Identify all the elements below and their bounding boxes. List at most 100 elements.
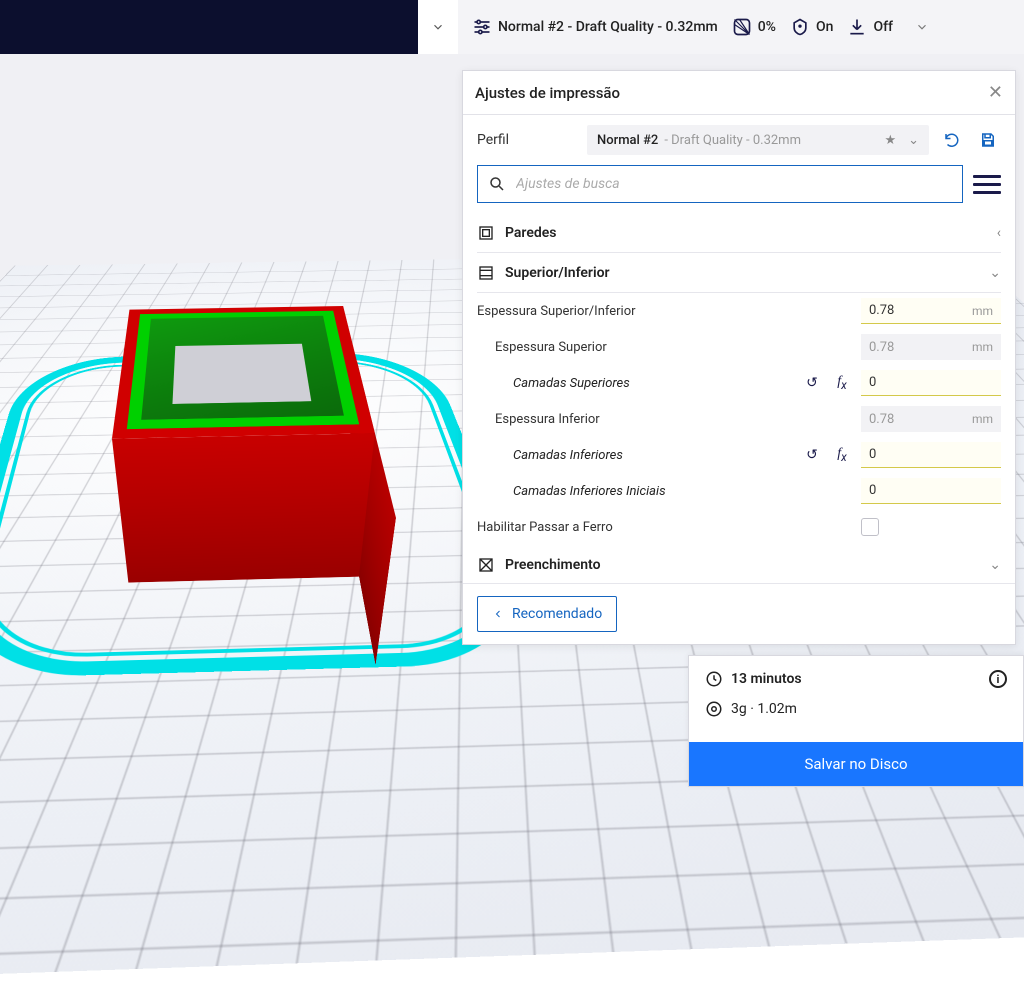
infill-icon bbox=[732, 17, 752, 37]
recommended-label: Recomendado bbox=[512, 606, 602, 622]
section-walls[interactable]: Paredes ‹ bbox=[477, 213, 1001, 253]
setting-initial-bottom-layers: Camadas Inferiores Iniciais 0 bbox=[477, 473, 1001, 509]
settings-list: Paredes ‹ Superior/Inferior ⌄ Espessura … bbox=[463, 213, 1015, 583]
section-infill-label: Preenchimento bbox=[505, 557, 979, 573]
formula-icon[interactable]: fx bbox=[831, 446, 853, 464]
profile-select-desc: - Draft Quality - 0.32mm bbox=[664, 133, 801, 148]
setting-value-input[interactable]: 0 bbox=[861, 370, 1001, 396]
chevron-down-icon: ⌄ bbox=[902, 133, 919, 148]
print-profile-summary[interactable]: Normal #2 - Draft Quality - 0.32mm bbox=[472, 17, 718, 37]
setting-label: Habilitar Passar a Ferro bbox=[477, 520, 853, 535]
search-box[interactable] bbox=[477, 165, 963, 203]
setting-label: Espessura Inferior bbox=[477, 412, 853, 427]
setting-value: 0 bbox=[869, 375, 876, 390]
setting-tb-thickness: Espessura Superior/Inferior 0.78 mm bbox=[477, 293, 1001, 329]
setting-top-layers: Camadas Superiores ↺ fx 0 bbox=[477, 365, 1001, 401]
search-icon bbox=[488, 175, 506, 193]
save-to-disk-button[interactable]: Salvar no Disco bbox=[689, 742, 1023, 786]
setting-unit: mm bbox=[972, 304, 993, 318]
setting-top-thickness: Espessura Superior 0.78 mm bbox=[477, 329, 1001, 365]
setting-value-input[interactable]: 0 bbox=[861, 478, 1001, 504]
chevron-left-icon: ‹ bbox=[997, 225, 1001, 241]
chevron-left-icon bbox=[492, 608, 504, 620]
reset-profile-button[interactable] bbox=[939, 127, 965, 153]
setting-value-input[interactable]: 0 bbox=[861, 442, 1001, 468]
setting-bottom-layers: Camadas Inferiores ↺ fx 0 bbox=[477, 437, 1001, 473]
settings-menu-button[interactable] bbox=[973, 170, 1001, 198]
recommended-button[interactable]: Recomendado bbox=[477, 596, 617, 632]
walls-icon bbox=[477, 224, 495, 242]
search-input[interactable] bbox=[516, 176, 952, 192]
support-summary[interactable]: On bbox=[790, 17, 833, 37]
profile-select[interactable]: Normal #2 - Draft Quality - 0.32mm ★ ⌄ bbox=[587, 125, 929, 155]
chevron-down-icon bbox=[431, 20, 445, 34]
section-topbottom[interactable]: Superior/Inferior ⌄ bbox=[477, 253, 1001, 293]
setting-value: 0 bbox=[869, 447, 876, 462]
setting-label: Espessura Superior/Inferior bbox=[477, 304, 853, 319]
top-dropdown-toggle[interactable] bbox=[418, 0, 458, 54]
section-infill[interactable]: Preenchimento ⌄ bbox=[477, 545, 1001, 583]
adhesion-text: Off bbox=[873, 19, 893, 35]
setting-label: Camadas Inferiores Iniciais bbox=[477, 484, 853, 499]
revert-icon[interactable]: ↺ bbox=[801, 375, 823, 391]
star-icon[interactable]: ★ bbox=[884, 133, 896, 148]
print-settings-strip[interactable]: Normal #2 - Draft Quality - 0.32mm 0% On… bbox=[458, 0, 1024, 54]
profile-label: Perfil bbox=[477, 132, 577, 148]
print-settings-panel: Ajustes de impressão ✕ Perfil Normal #2 … bbox=[462, 70, 1016, 645]
panel-title: Ajustes de impressão bbox=[475, 84, 620, 102]
material-text: 3g · 1.02m bbox=[731, 701, 797, 717]
panel-footer: Recomendado bbox=[463, 583, 1015, 644]
setting-value: 0.78 bbox=[869, 412, 894, 427]
save-profile-button[interactable] bbox=[975, 127, 1001, 153]
infill-pct-text: 0% bbox=[758, 19, 776, 35]
save-icon bbox=[979, 131, 997, 149]
time-text: 13 minutos bbox=[731, 671, 802, 687]
setting-value-input[interactable]: 0.78 mm bbox=[861, 334, 1001, 360]
infill-summary[interactable]: 0% bbox=[732, 17, 776, 37]
ironing-checkbox[interactable] bbox=[861, 518, 879, 536]
setting-unit: mm bbox=[972, 340, 993, 354]
section-walls-label: Paredes bbox=[505, 225, 987, 241]
support-text: On bbox=[816, 19, 833, 35]
setting-bottom-thickness: Espessura Inferior 0.78 mm bbox=[477, 401, 1001, 437]
setting-value: 0 bbox=[869, 483, 876, 498]
sliders-icon bbox=[472, 17, 492, 37]
adhesion-summary[interactable]: Off bbox=[847, 17, 893, 37]
setting-value-input[interactable]: 0.78 mm bbox=[861, 406, 1001, 432]
infill-icon bbox=[477, 556, 495, 574]
setting-label: Camadas Superiores bbox=[477, 376, 793, 391]
panel-header: Ajustes de impressão ✕ bbox=[463, 71, 1015, 115]
top-bar: Normal #2 - Draft Quality - 0.32mm 0% On… bbox=[0, 0, 1024, 54]
setting-unit: mm bbox=[972, 412, 993, 426]
filament-icon bbox=[705, 700, 723, 718]
profile-select-name: Normal #2 bbox=[597, 133, 658, 148]
chevron-down-icon: ⌄ bbox=[989, 265, 1001, 281]
print-strip-chevron[interactable] bbox=[907, 20, 937, 34]
setting-value-input[interactable]: 0.78 mm bbox=[861, 298, 1001, 324]
cube-front-wall bbox=[112, 433, 375, 582]
setting-value: 0.78 bbox=[869, 303, 894, 318]
material-row: 3g · 1.02m bbox=[689, 694, 1023, 724]
setting-label: Espessura Superior bbox=[477, 340, 853, 355]
profile-summary-text: Normal #2 - Draft Quality - 0.32mm bbox=[498, 19, 718, 35]
chevron-down-icon: ⌄ bbox=[989, 557, 1001, 573]
search-row bbox=[463, 161, 1015, 213]
close-icon[interactable]: ✕ bbox=[988, 82, 1003, 103]
revert-icon[interactable]: ↺ bbox=[801, 447, 823, 463]
setting-label: Camadas Inferiores bbox=[477, 448, 793, 463]
undo-icon bbox=[943, 131, 961, 149]
support-icon bbox=[790, 17, 810, 37]
model-cube[interactable] bbox=[93, 361, 410, 581]
setting-ironing: Habilitar Passar a Ferro bbox=[477, 509, 1001, 545]
section-topbottom-label: Superior/Inferior bbox=[505, 265, 979, 281]
topbottom-icon bbox=[477, 264, 495, 282]
info-icon[interactable]: i bbox=[989, 670, 1007, 688]
chevron-down-icon bbox=[915, 20, 929, 34]
setting-value: 0.78 bbox=[869, 340, 894, 355]
time-row: 13 minutos i bbox=[689, 656, 1023, 694]
slice-info-panel: 13 minutos i 3g · 1.02m Salvar no Disco bbox=[688, 655, 1024, 787]
clock-icon bbox=[705, 670, 723, 688]
formula-icon[interactable]: fx bbox=[831, 374, 853, 392]
adhesion-icon bbox=[847, 17, 867, 37]
profile-row: Perfil Normal #2 - Draft Quality - 0.32m… bbox=[463, 115, 1015, 161]
